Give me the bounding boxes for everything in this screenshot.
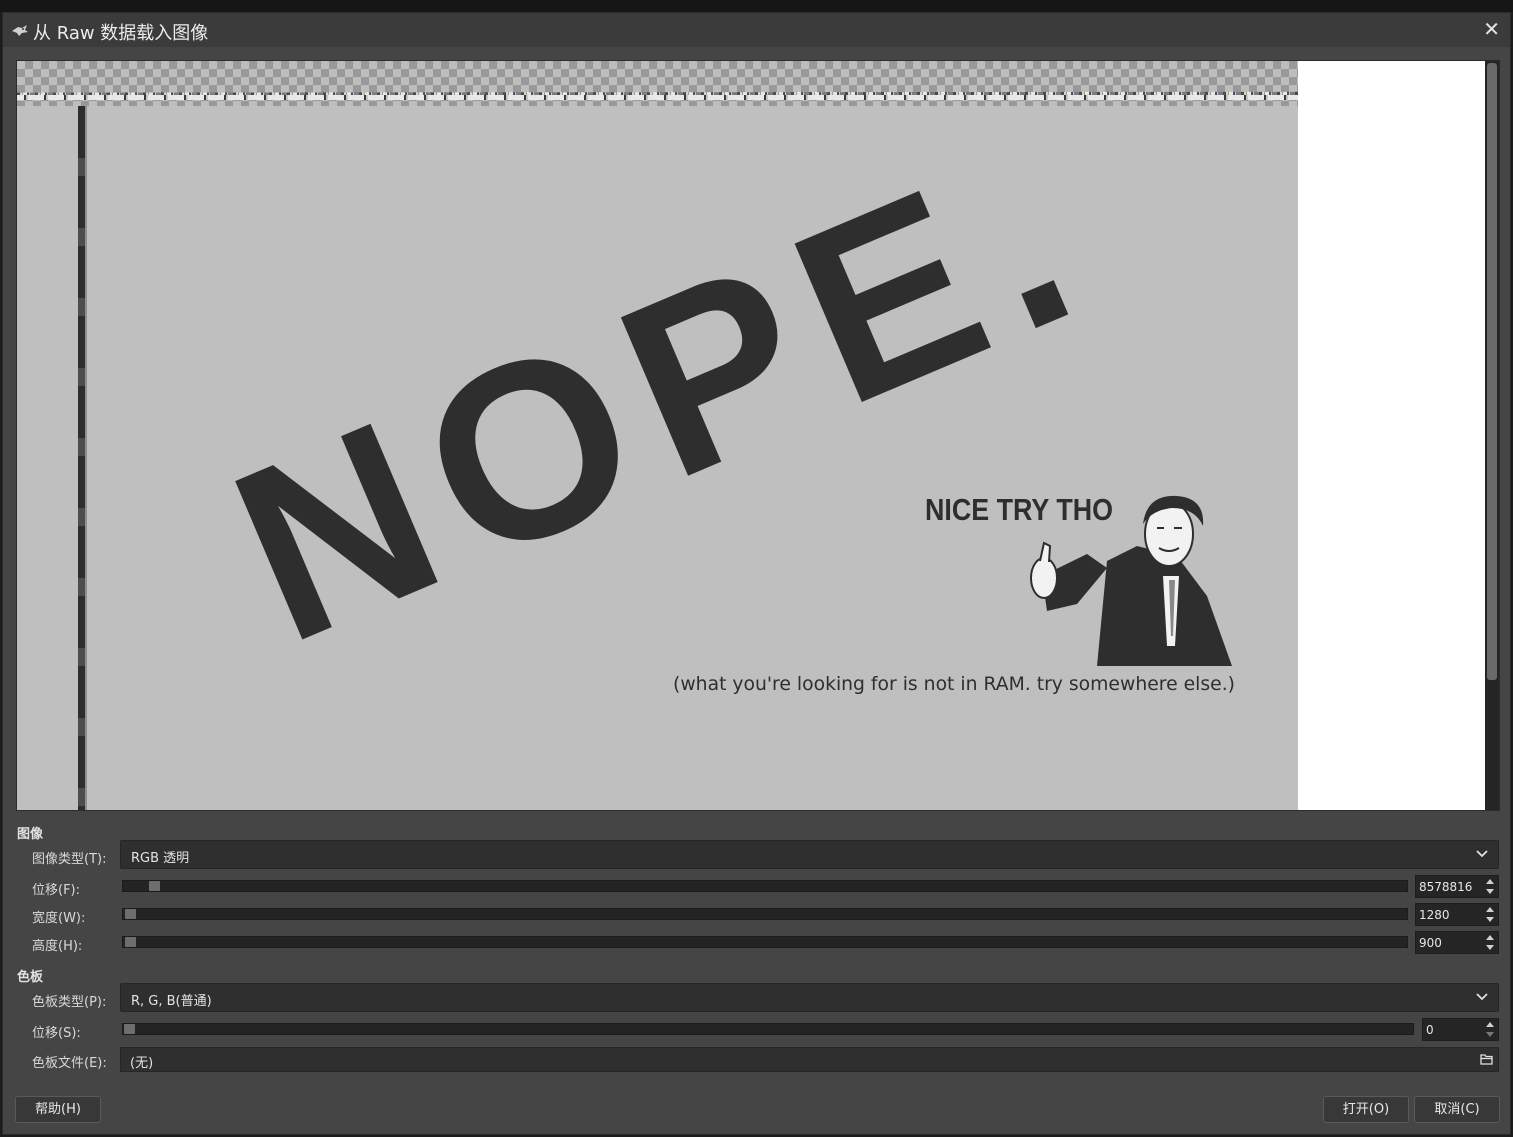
- decrement-arrow-icon[interactable]: [1486, 945, 1494, 950]
- width-arrows: [1482, 904, 1498, 925]
- height-value: 900: [1419, 936, 1442, 950]
- palette-type-combo[interactable]: R, G, B(普通): [120, 983, 1499, 1012]
- close-icon[interactable]: ✕: [1483, 17, 1500, 41]
- image-type-label: 图像类型(T):: [32, 852, 107, 867]
- offset-arrows: [1482, 876, 1498, 897]
- width-value: 1280: [1419, 908, 1450, 922]
- offset-label: 位移(F):: [32, 883, 81, 898]
- image-preview: NOPE. NICE TRY THO (what you're looking …: [16, 60, 1500, 811]
- offset-slider-handle[interactable]: [149, 881, 160, 891]
- height-label: 高度(H):: [32, 939, 83, 954]
- desktop-top-strip: [0, 0, 1513, 12]
- width-label: 宽度(W):: [32, 911, 86, 926]
- height-slider-handle[interactable]: [125, 937, 136, 947]
- decrement-arrow-icon[interactable]: [1486, 1032, 1494, 1037]
- raw-import-dialog: 从 Raw 数据载入图像 ✕ NOPE. NICE TRY THO (what …: [2, 12, 1511, 1135]
- help-button[interactable]: 帮助(H): [15, 1096, 101, 1123]
- image-section-heading: 图像: [17, 827, 44, 842]
- meme-big-text: NOPE.: [199, 106, 1125, 695]
- palette-file-label: 色板文件(E):: [32, 1056, 107, 1071]
- offset-slider[interactable]: [122, 880, 1408, 892]
- decrement-arrow-icon[interactable]: [1486, 889, 1494, 894]
- meme-caption: NICE TRY THO: [925, 492, 1113, 527]
- increment-arrow-icon[interactable]: [1486, 907, 1494, 912]
- app-icon: [12, 25, 28, 36]
- palette-file-chooser[interactable]: (无): [120, 1047, 1499, 1072]
- preview-scroll-thumb[interactable]: [1487, 63, 1497, 680]
- open-button[interactable]: 打开(O): [1323, 1096, 1409, 1123]
- raw-noise-line: [17, 95, 1298, 100]
- palette-offset-slider[interactable]: [122, 1023, 1414, 1035]
- preview-scrollbar[interactable]: [1485, 61, 1499, 810]
- width-slider[interactable]: [122, 908, 1408, 920]
- offset-value: 8578816: [1419, 880, 1473, 894]
- window-title: 从 Raw 数据载入图像: [33, 23, 209, 44]
- palette-offset-spinbutton[interactable]: 0: [1422, 1018, 1499, 1041]
- meme-subtext: (what you're looking for is not in RAM. …: [673, 673, 1235, 695]
- palette-type-label: 色板类型(P):: [32, 995, 107, 1010]
- palette-section-heading: 色板: [17, 970, 44, 985]
- cancel-button[interactable]: 取消(C): [1414, 1096, 1500, 1123]
- increment-arrow-icon[interactable]: [1486, 879, 1494, 884]
- increment-arrow-icon[interactable]: [1486, 1022, 1494, 1027]
- increment-arrow-icon[interactable]: [1486, 935, 1494, 940]
- decrement-arrow-icon[interactable]: [1486, 917, 1494, 922]
- image-type-value: RGB 透明: [131, 851, 190, 866]
- width-slider-handle[interactable]: [125, 909, 136, 919]
- preview-image: NOPE. NICE TRY THO (what you're looking …: [17, 106, 1298, 810]
- offset-spinbutton[interactable]: 8578816: [1415, 875, 1499, 898]
- palette-offset-slider-handle[interactable]: [124, 1024, 135, 1034]
- chevron-down-icon: [1476, 850, 1488, 858]
- palette-offset-label: 位移(S):: [32, 1026, 81, 1041]
- height-arrows: [1482, 932, 1498, 953]
- palette-type-value: R, G, B(普通): [131, 994, 212, 1009]
- file-open-icon[interactable]: [1480, 1052, 1494, 1066]
- title-bar[interactable]: 从 Raw 数据载入图像 ✕: [3, 13, 1510, 47]
- width-spinbutton[interactable]: 1280: [1415, 903, 1499, 926]
- height-spinbutton[interactable]: 900: [1415, 931, 1499, 954]
- height-slider[interactable]: [122, 936, 1408, 948]
- meme-graphic: NOPE. NICE TRY THO (what you're looking …: [199, 106, 1235, 695]
- palette-offset-value: 0: [1426, 1023, 1434, 1037]
- chevron-down-icon: [1476, 993, 1488, 1001]
- palette-file-value: (无): [130, 1056, 154, 1071]
- palette-offset-arrows: [1482, 1019, 1498, 1040]
- image-type-combo[interactable]: RGB 透明: [120, 840, 1499, 869]
